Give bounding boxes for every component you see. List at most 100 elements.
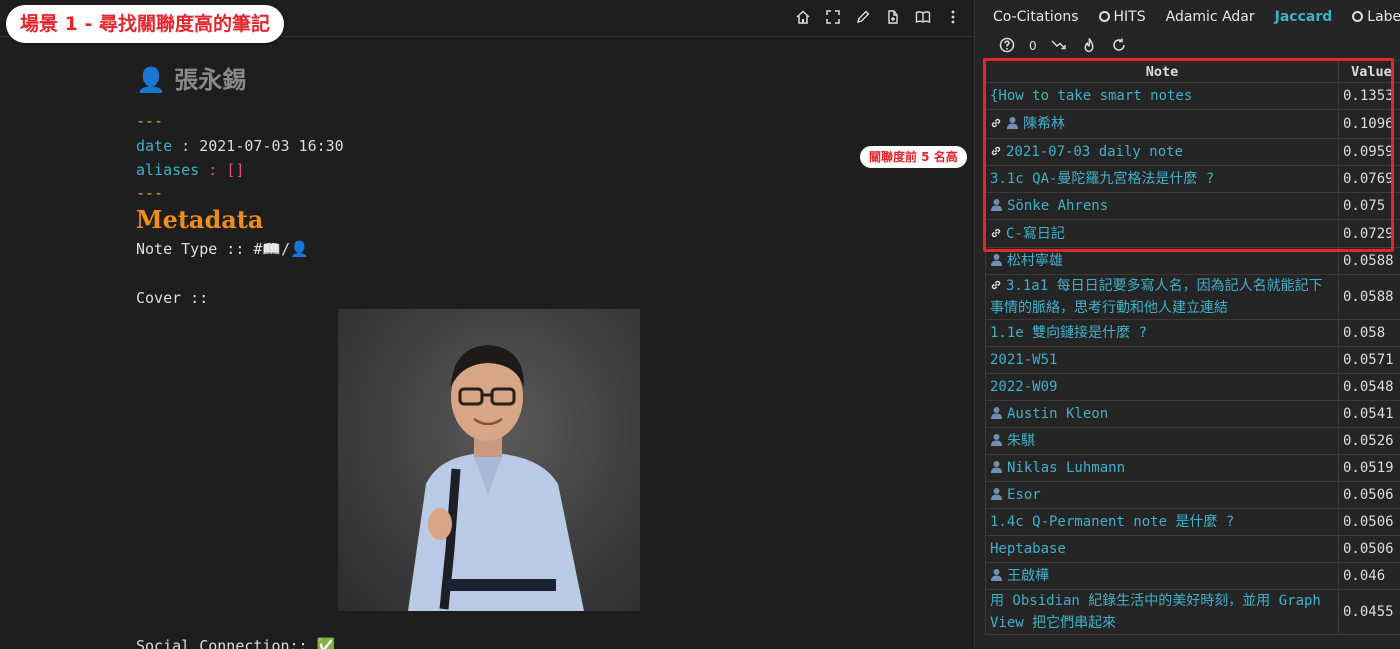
page-title: 👤 張永錫 [136, 60, 246, 95]
table-header-row: Note Value [985, 60, 1400, 83]
value-cell: 0.058 [1338, 319, 1400, 347]
table-body: {How to take smart notes 0.1353 陳希林 0.1096 2… [985, 82, 1400, 635]
note-link[interactable]: Niklas Luhmann [1007, 460, 1125, 476]
note-cell[interactable]: 3.1c QA-曼陀羅九宮格法是什麼 ? [985, 165, 1339, 193]
tab-label: HITS [1113, 9, 1146, 25]
note-cell[interactable]: 1.1e 雙向鏈接是什麼 ? [985, 319, 1339, 347]
table-row[interactable]: C-寫日記 0.0729 [985, 219, 1400, 248]
note-cell[interactable]: 朱騏 [985, 427, 1339, 455]
table-row[interactable]: Heptabase 0.0506 [985, 535, 1400, 563]
help-circle-icon[interactable] [999, 37, 1015, 56]
value-cell: 0.0588 [1338, 247, 1400, 275]
column-header-note[interactable]: Note [985, 60, 1339, 83]
note-link[interactable]: 3.1c QA-曼陀羅九宮格法是什麼 ? [990, 171, 1214, 187]
value-cell: 0.0729 [1338, 219, 1400, 248]
note-link[interactable]: 2021-W51 [990, 352, 1057, 368]
note-cell[interactable]: Austin Kleon [985, 400, 1339, 428]
note-link[interactable]: 王啟樺 [1007, 568, 1049, 584]
github-icon [1098, 11, 1110, 22]
table-row[interactable]: 用 Obsidian 紀錄生活中的美好時刻，並用 Graph View 把它們串… [985, 589, 1400, 635]
table-row[interactable]: Sönke Ahrens 0.075 [985, 192, 1400, 220]
note-cell[interactable]: 2021-07-03 daily note [985, 138, 1339, 166]
note-editor: 👤 張永錫 --- date : 2021-07-03 16:30 aliase… [0, 0, 974, 649]
note-link[interactable]: 1.4c Q-Permanent note 是什麼 ? [990, 514, 1234, 530]
note-link[interactable]: {How to take smart notes [990, 88, 1192, 104]
table-row[interactable]: 王啟樺 0.046 [985, 562, 1400, 590]
page-title-text: 張永錫 [174, 66, 247, 94]
note-cell[interactable]: 王啟樺 [985, 562, 1339, 590]
table-row[interactable]: Esor 0.0506 [985, 481, 1400, 509]
trending-down-icon[interactable] [1051, 37, 1067, 56]
note-cell[interactable]: Sönke Ahrens [985, 192, 1339, 220]
editor-actions [788, 4, 968, 30]
value-cell: 0.046 [1338, 562, 1400, 590]
note-link[interactable]: Austin Kleon [1007, 406, 1108, 422]
note-link[interactable]: Heptabase [990, 541, 1066, 557]
more-options-icon[interactable] [938, 4, 968, 30]
table-row[interactable]: 2021-W51 0.0571 [985, 346, 1400, 374]
cover-photo [338, 309, 640, 611]
result-count: 0 [1029, 39, 1037, 53]
note-cell[interactable]: 陳希林 [985, 109, 1339, 139]
table-row[interactable]: 1.1e 雙向鏈接是什麼 ? 0.058 [985, 319, 1400, 347]
note-cell[interactable]: Niklas Luhmann [985, 454, 1339, 482]
refresh-icon[interactable] [1111, 37, 1127, 56]
frontmatter-date-value[interactable]: 2021-07-03 16:30 [199, 137, 344, 155]
fullscreen-icon[interactable] [818, 4, 848, 30]
jaccard-results-table: Note Value {How to take smart notes 0.135… [985, 60, 1400, 635]
metadata-heading: Metadata [136, 205, 264, 234]
edit-pen-icon[interactable] [848, 4, 878, 30]
analysis-toolbar: 0 [999, 36, 1127, 56]
tab-co-citations[interactable]: Co-Citations [983, 4, 1089, 30]
note-link[interactable]: 朱騏 [1007, 433, 1035, 449]
column-header-value[interactable]: Value [1338, 60, 1400, 83]
table-row[interactable]: 松村寧雄 0.0588 [985, 247, 1400, 275]
table-row[interactable]: 2022-W09 0.0548 [985, 373, 1400, 401]
note-link[interactable]: Sönke Ahrens [1007, 198, 1108, 214]
note-cell[interactable]: C-寫日記 [985, 219, 1339, 248]
note-link[interactable]: 陳希林 [1023, 116, 1065, 132]
note-link[interactable]: 2022-W09 [990, 379, 1057, 395]
note-link[interactable]: 3.1a1 每日日記要多寫人名，因為記人名就能記下事情的脈絡，思考行動和他人建立… [990, 278, 1323, 316]
note-cell[interactable]: 3.1a1 每日日記要多寫人名，因為記人名就能記下事情的脈絡，思考行動和他人建立… [985, 274, 1339, 320]
home-icon[interactable] [788, 4, 818, 30]
value-cell: 0.0506 [1338, 508, 1400, 536]
note-cell[interactable]: 松村寧雄 [985, 247, 1339, 275]
person-icon [990, 254, 1003, 268]
note-link[interactable]: C-寫日記 [1006, 226, 1065, 242]
note-cell[interactable]: {How to take smart notes [985, 82, 1339, 110]
table-row[interactable]: 2021-07-03 daily note 0.0959 [985, 138, 1400, 166]
note-link[interactable]: Esor [1007, 487, 1041, 503]
link-icon [990, 279, 1002, 293]
frontmatter-aliases: aliases : [] [136, 161, 245, 179]
table-row[interactable]: 陳希林 0.1096 [985, 109, 1400, 139]
note-link[interactable]: 1.1e 雙向鏈接是什麼 ? [990, 325, 1147, 341]
note-cell[interactable]: 2022-W09 [985, 373, 1339, 401]
note-cell[interactable]: Esor [985, 481, 1339, 509]
table-row[interactable]: 3.1a1 每日日記要多寫人名，因為記人名就能記下事情的脈絡，思考行動和他人建立… [985, 274, 1400, 320]
note-link[interactable]: 用 Obsidian 紀錄生活中的美好時刻，並用 Graph View 把它們串… [990, 593, 1321, 631]
table-row[interactable]: {How to take smart notes 0.1353 [985, 82, 1400, 110]
table-row[interactable]: Niklas Luhmann 0.0519 [985, 454, 1400, 482]
note-cell[interactable]: 2021-W51 [985, 346, 1339, 374]
frontmatter-aliases-value[interactable]: [] [226, 161, 244, 179]
note-link[interactable]: 2021-07-03 daily note [1006, 144, 1183, 160]
table-row[interactable]: Austin Kleon 0.0541 [985, 400, 1400, 428]
note-cell[interactable]: 1.4c Q-Permanent note 是什麼 ? [985, 508, 1339, 536]
note-cell[interactable]: 用 Obsidian 紀錄生活中的美好時刻，並用 Graph View 把它們串… [985, 589, 1339, 635]
table-row[interactable]: 1.4c Q-Permanent note 是什麼 ? 0.0506 [985, 508, 1400, 536]
reading-mode-icon[interactable] [908, 4, 938, 30]
table-row[interactable]: 朱騏 0.0526 [985, 427, 1400, 455]
export-icon[interactable] [878, 4, 908, 30]
flame-icon[interactable] [1081, 37, 1097, 56]
person-icon [1006, 117, 1019, 131]
tab-adamic-adar[interactable]: Adamic Adar [1156, 4, 1265, 30]
note-cell[interactable]: Heptabase [985, 535, 1339, 563]
tab-label-propagation[interactable]: Label P [1342, 4, 1400, 30]
note-link[interactable]: 松村寧雄 [1007, 253, 1063, 269]
tab-hits[interactable]: HITS [1089, 4, 1156, 30]
tab-jaccard[interactable]: Jaccard [1265, 4, 1343, 30]
link-icon [990, 227, 1002, 241]
tab-label: Adamic Adar [1165, 9, 1255, 25]
table-row[interactable]: 3.1c QA-曼陀羅九宮格法是什麼 ? 0.0769 [985, 165, 1400, 193]
